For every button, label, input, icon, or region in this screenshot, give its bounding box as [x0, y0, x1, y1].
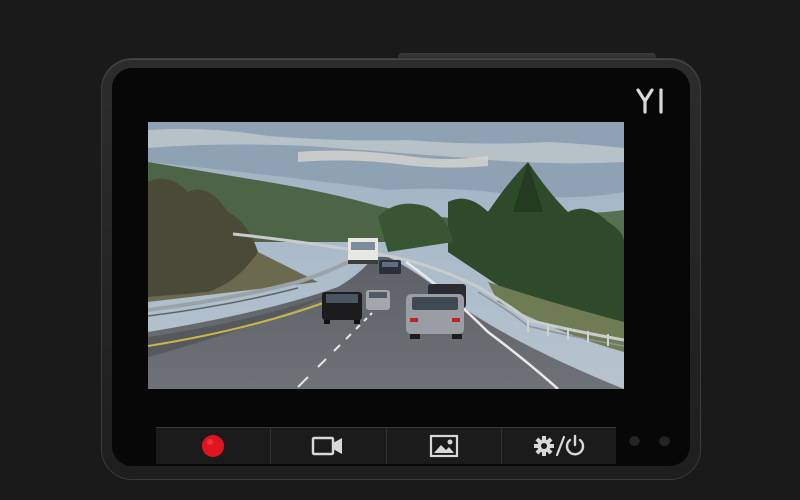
status-led-2: [659, 435, 670, 446]
status-led-1: [629, 435, 640, 446]
control-button-bar: [156, 427, 616, 464]
video-mode-button[interactable]: [271, 428, 387, 464]
settings-power-button[interactable]: [501, 428, 616, 464]
yi-logo: [632, 86, 672, 116]
road-scene-image: [148, 122, 624, 389]
photo-gallery-button[interactable]: [386, 428, 502, 464]
gear-slash-power-icon: [533, 434, 585, 457]
record-button[interactable]: [156, 428, 272, 464]
image-icon: [429, 434, 458, 458]
record-dot-icon: [202, 435, 225, 457]
camera-screen[interactable]: [148, 122, 624, 389]
video-camera-icon: [312, 436, 343, 456]
